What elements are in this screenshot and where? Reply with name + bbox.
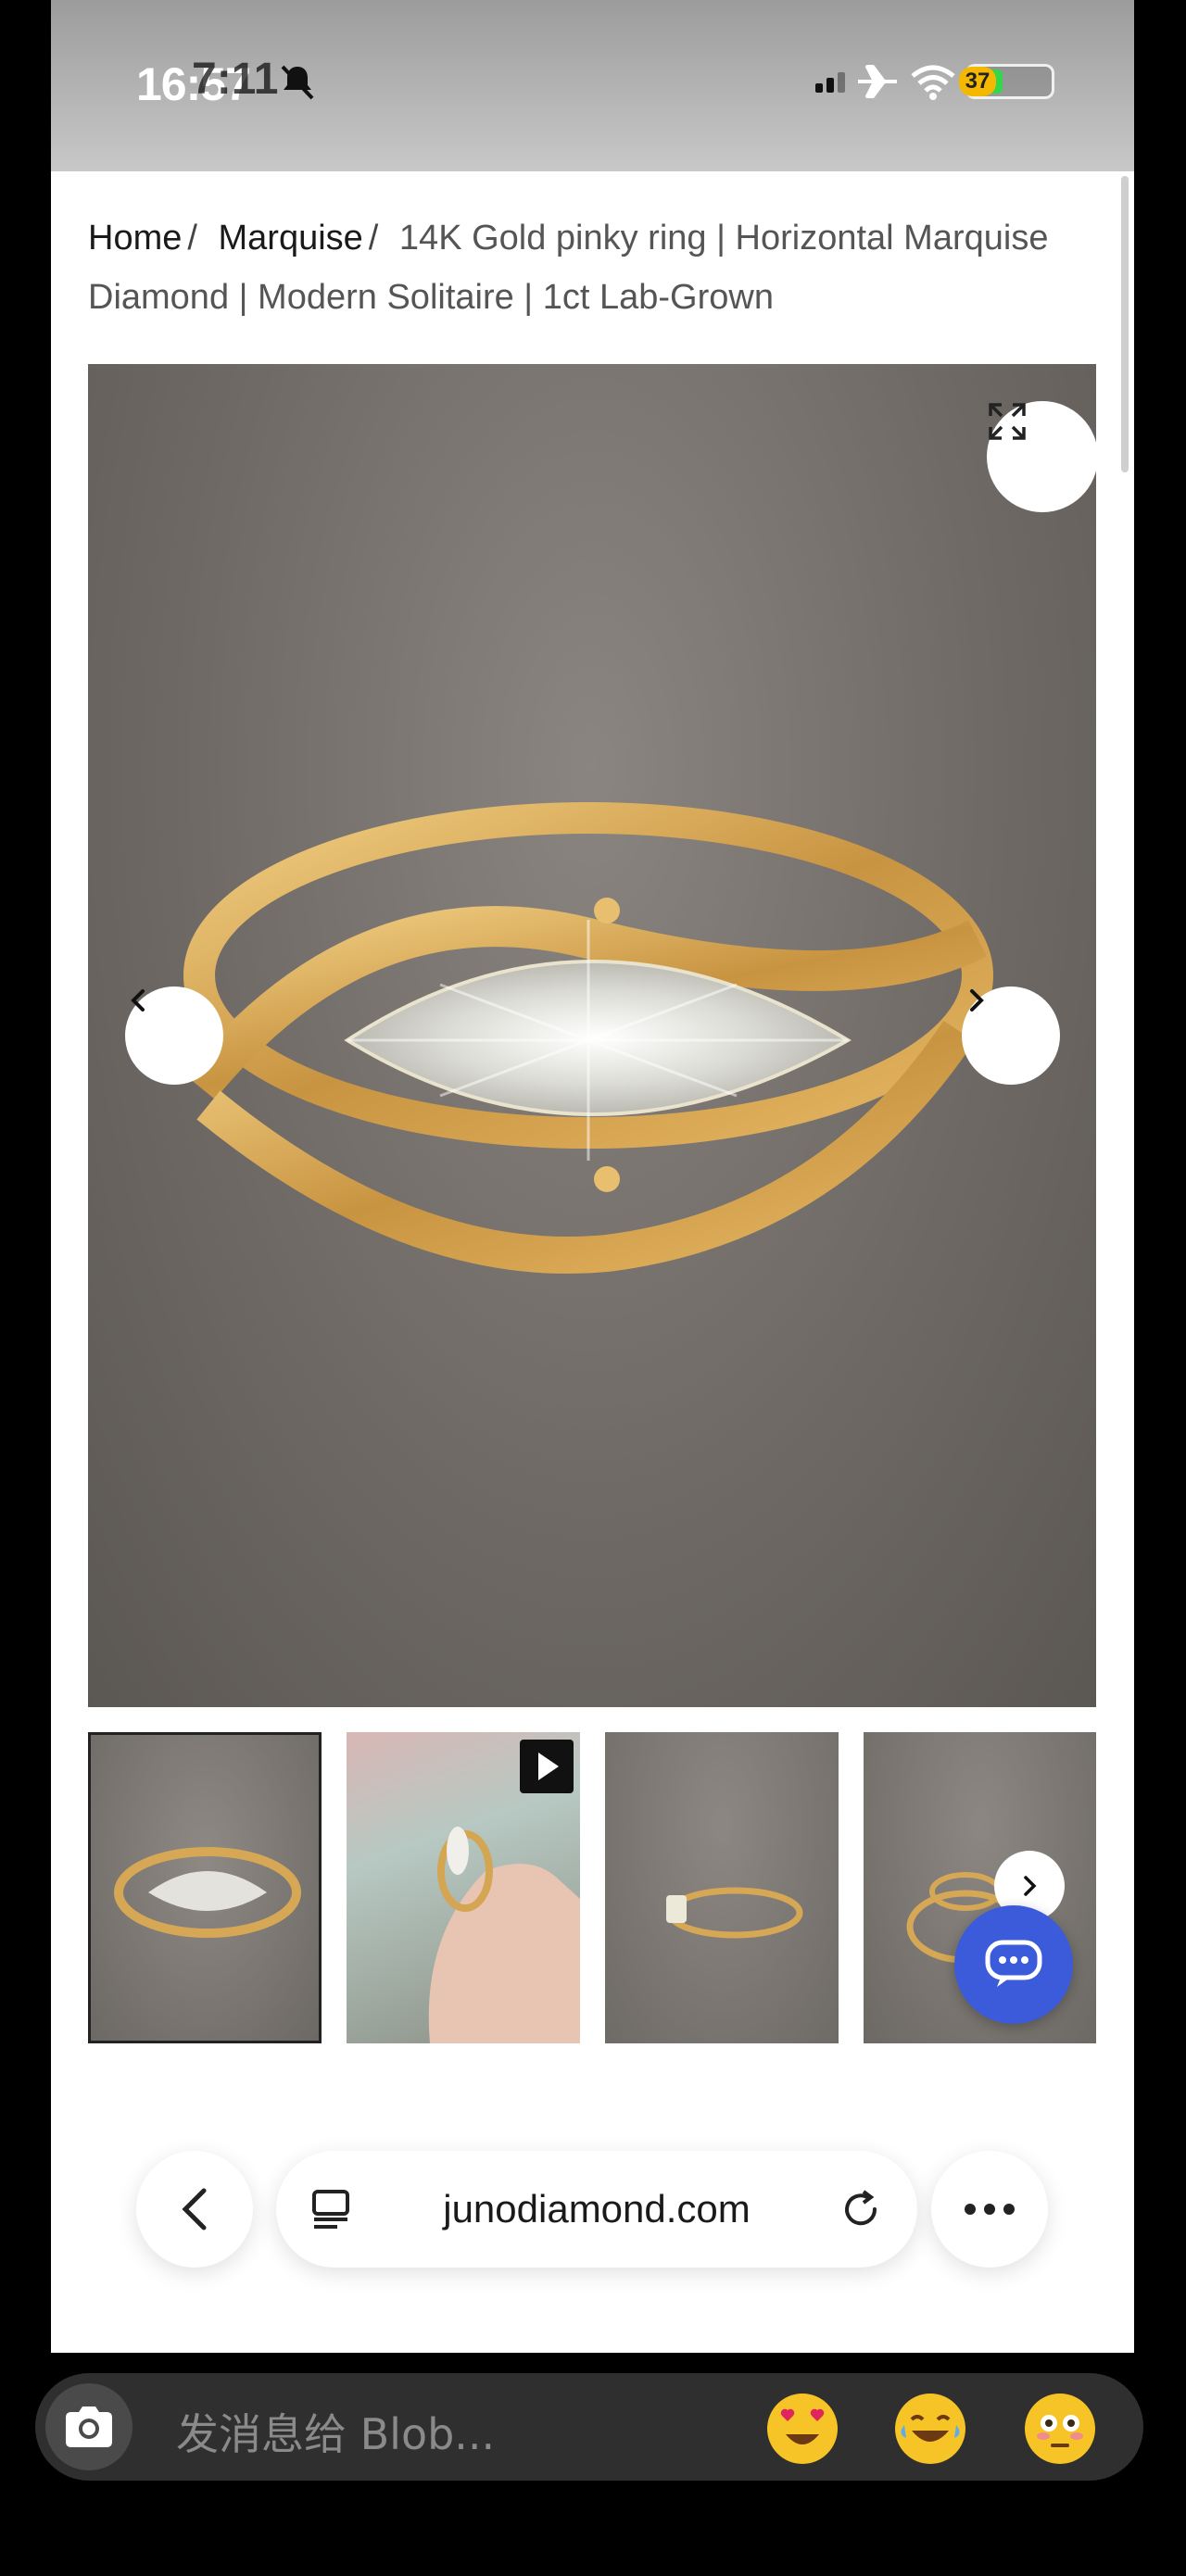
ring-photo (183, 802, 993, 1274)
tabs-icon (312, 2190, 349, 2229)
chat-support-button[interactable] (954, 1905, 1073, 2024)
thumbnail-2-video[interactable] (347, 1732, 580, 2043)
play-icon (538, 1753, 559, 1780)
thumbnail-ring-side-image (666, 1887, 803, 1939)
battery-badge: 37 (959, 67, 996, 96)
tears-of-joy-emoji-icon[interactable] (895, 2394, 965, 2464)
chevron-left-icon (182, 2188, 207, 2230)
next-image-button[interactable] (962, 986, 1060, 1085)
more-options-button[interactable] (931, 2151, 1048, 2268)
address-bar[interactable]: junodiamond.com (276, 2151, 917, 2268)
heart-eyes-emoji-icon[interactable] (767, 2394, 838, 2464)
scrollbar[interactable] (1121, 176, 1129, 472)
camera-button[interactable] (45, 2383, 132, 2470)
expand-icon (989, 403, 1026, 440)
status-time-overlay: 7:11 (192, 55, 279, 104)
breadcrumb: Home / Marquise/ 14K Gold pinky ring | Ho… (88, 219, 1049, 317)
chevron-right-icon (970, 989, 984, 1012)
product-main-image[interactable] (88, 364, 1096, 1707)
breadcrumb-marquise[interactable]: Marquise (219, 219, 363, 258)
signal-icon (815, 70, 845, 93)
previous-image-button[interactable] (125, 986, 223, 1085)
thumbnail-1[interactable] (88, 1732, 322, 2043)
bell-slash-icon (281, 65, 314, 100)
wifi-icon (911, 65, 955, 100)
reload-icon[interactable] (839, 2188, 882, 2230)
chevron-left-icon (131, 989, 145, 1012)
ellipsis-icon (965, 2204, 1015, 2215)
screenshot-frame: 16:57 7:11 37 Blob 昨天 下午9:44 Home / Marq… (51, 0, 1134, 2353)
breadcrumb-home[interactable]: Home (88, 219, 182, 258)
airplane-icon (858, 65, 897, 98)
expand-button[interactable] (987, 401, 1096, 512)
message-input-bar: 发消息给 Blob... (35, 2373, 1143, 2481)
flushed-emoji-icon[interactable] (1025, 2394, 1095, 2464)
play-badge (520, 1740, 574, 1793)
message-input[interactable]: 发消息给 Blob... (176, 2401, 495, 2462)
thumbnail-3[interactable] (605, 1732, 839, 2043)
chat-bubble-icon (985, 1940, 1042, 1987)
url-text: junodiamond.com (443, 2187, 751, 2230)
battery-icon: 37 (959, 64, 1054, 99)
browser-back-button[interactable] (136, 2151, 253, 2268)
camera-icon (66, 2406, 112, 2447)
chevron-right-icon (1024, 1876, 1037, 1896)
status-icons: 37 (815, 54, 1054, 109)
thumbnail-ring-image (114, 1847, 301, 1938)
status-bar: 16:57 7:11 37 (51, 0, 1134, 171)
browser-toolbar: junodiamond.com (51, 2140, 1134, 2279)
thumbnail-strip (88, 1732, 1096, 2043)
